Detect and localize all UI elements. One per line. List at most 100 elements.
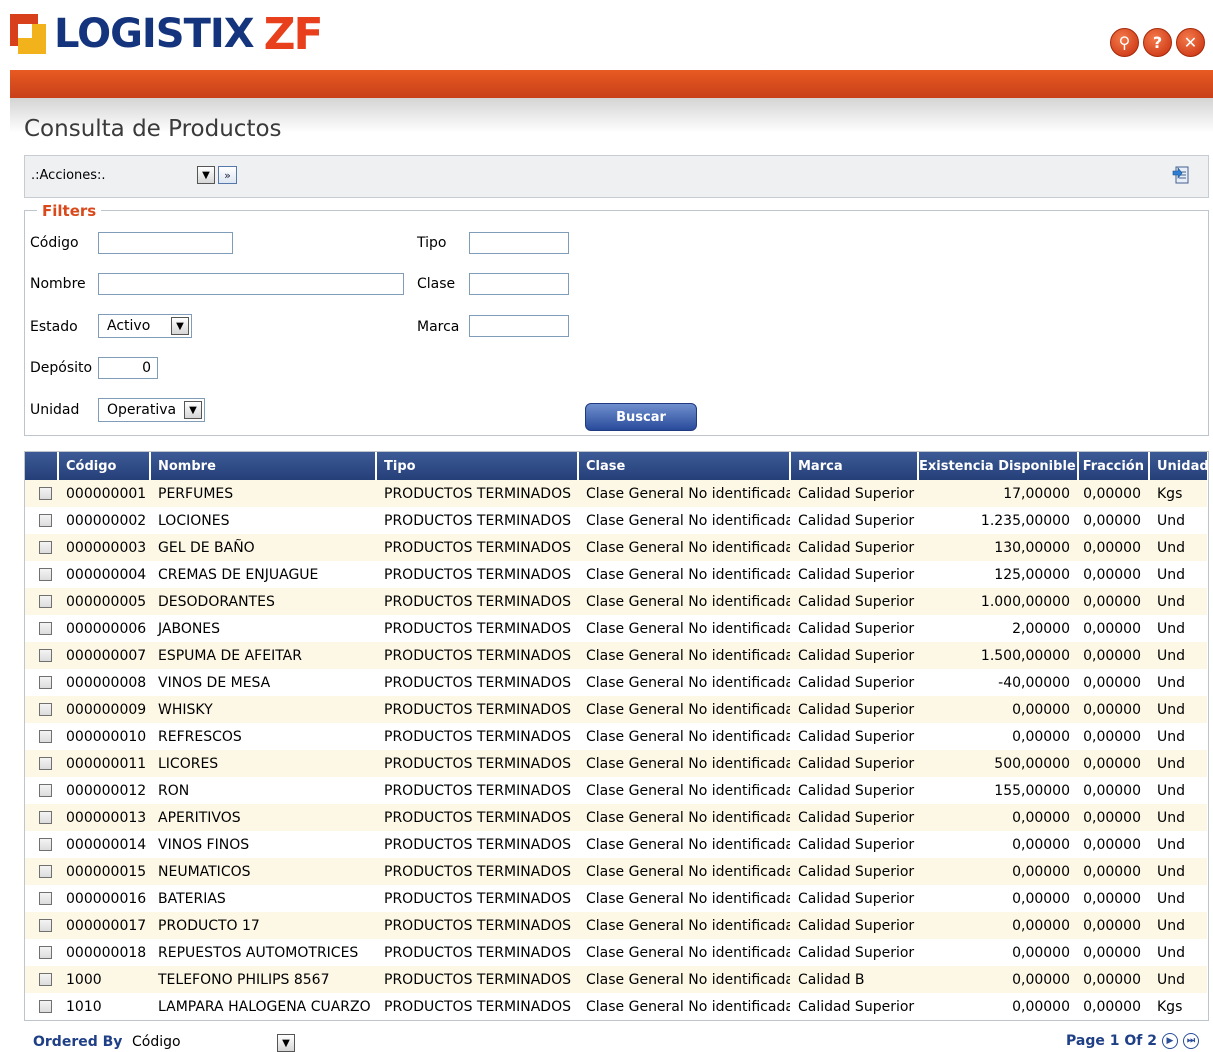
column-header-fraccion[interactable]: Fracción [1078, 452, 1150, 480]
row-checkbox[interactable] [39, 865, 52, 878]
cell-fraccion: 0,00000 [1078, 507, 1149, 534]
deposito-input[interactable]: 0 [98, 357, 158, 379]
table-row[interactable]: 000000002 LOCIONES PRODUCTOS TERMINADOS Cla… [25, 507, 1207, 534]
table-row[interactable]: 000000007 ESPUMA DE AFEITAR PRODUCTOS TERM… [25, 642, 1207, 669]
cell-nombre: RON [150, 777, 376, 804]
export-icon[interactable] [1172, 165, 1190, 185]
row-checkbox[interactable] [39, 811, 52, 824]
table-row[interactable]: 000000012 RON PRODUCTOS TERMINADOS Clase Ge… [25, 777, 1207, 804]
buscar-button[interactable]: Buscar [585, 403, 697, 431]
row-checkbox[interactable] [39, 622, 52, 635]
cell-existencia: 0,00000 [918, 804, 1078, 831]
clase-input[interactable] [469, 273, 569, 295]
chevron-down-icon[interactable]: ▼ [184, 401, 202, 419]
unidad-select-value: Operativa [107, 402, 177, 418]
select-column-header[interactable] [25, 452, 59, 480]
table-row[interactable]: 000000018 REPUESTOS AUTOMOTRICES PRODUCTOS… [25, 939, 1207, 966]
row-checkbox[interactable] [39, 514, 52, 527]
row-checkbox[interactable] [39, 649, 52, 662]
cell-existencia: 0,00000 [918, 993, 1078, 1020]
row-checkbox[interactable] [39, 487, 52, 500]
table-row[interactable]: 000000008 VINOS DE MESA PRODUCTOS TERMINAD… [25, 669, 1207, 696]
nombre-input[interactable] [98, 273, 404, 295]
cell-codigo: 000000009 [58, 696, 150, 723]
row-select-cell [25, 858, 58, 885]
table-row[interactable]: 000000013 APERITIVOS PRODUCTOS TERMINADOS C… [25, 804, 1207, 831]
column-header-clase[interactable]: Clase [578, 452, 791, 480]
row-checkbox[interactable] [39, 757, 52, 770]
cell-codigo: 1000 [58, 966, 150, 993]
row-checkbox[interactable] [39, 973, 52, 986]
row-checkbox[interactable] [39, 568, 52, 581]
row-checkbox[interactable] [39, 703, 52, 716]
cell-marca: Calidad Superior [790, 885, 918, 912]
app-logo: LOGISTIX ZF [10, 8, 324, 60]
cell-clase: Clase General No identificada [578, 669, 790, 696]
row-checkbox[interactable] [39, 595, 52, 608]
actions-select[interactable]: .:Acciones:. ▼ [31, 165, 215, 185]
row-checkbox[interactable] [39, 541, 52, 554]
column-header-marca[interactable]: Marca [790, 452, 919, 480]
row-select-cell [25, 696, 58, 723]
table-row[interactable]: 000000010 REFRESCOS PRODUCTOS TERMINADOS Cl… [25, 723, 1207, 750]
column-header-tipo[interactable]: Tipo [376, 452, 579, 480]
close-icon[interactable]: ✕ [1176, 28, 1205, 57]
cell-unidad: Und [1149, 534, 1207, 561]
table-row[interactable]: 1010 LAMPARA HALOGENA CUARZO PRODUCTOS TER… [25, 993, 1207, 1020]
cell-codigo: 000000010 [58, 723, 150, 750]
row-checkbox[interactable] [39, 946, 52, 959]
help-icon[interactable]: ? [1143, 28, 1172, 57]
row-checkbox[interactable] [39, 730, 52, 743]
table-row[interactable]: 000000001 PERFUMES PRODUCTOS TERMINADOS Cla… [25, 480, 1207, 507]
table-row[interactable]: 000000003 GEL DE BAÑO PRODUCTOS TERMINADOS… [25, 534, 1207, 561]
column-header-unidad[interactable]: Unidad [1149, 452, 1207, 480]
table-row[interactable]: 000000006 JABONES PRODUCTOS TERMINADOS Clas… [25, 615, 1207, 642]
chevron-down-icon[interactable]: ▼ [171, 317, 189, 335]
estado-select[interactable]: Activo ▼ [98, 314, 192, 338]
cell-marca: Calidad Superior [790, 993, 918, 1020]
table-row[interactable]: 000000011 LICORES PRODUCTOS TERMINADOS Clas… [25, 750, 1207, 777]
ordered-by-value[interactable]: Código [132, 1034, 181, 1050]
last-page-icon[interactable]: ⏭ [1183, 1033, 1199, 1049]
column-header-codigo[interactable]: Código [58, 452, 151, 480]
table-row[interactable]: 1000 TELEFONO PHILIPS 8567 PRODUCTOS TERMI… [25, 966, 1207, 993]
cell-unidad: Und [1149, 615, 1207, 642]
table-row[interactable]: 000000004 CREMAS DE ENJUAGUE PRODUCTOS TER… [25, 561, 1207, 588]
cell-tipo: PRODUCTOS TERMINADOS [376, 507, 578, 534]
cell-existencia: 155,00000 [918, 777, 1078, 804]
cell-unidad: Und [1149, 777, 1207, 804]
column-header-existencia[interactable]: Existencia Disponible [918, 452, 1079, 480]
tipo-input[interactable] [469, 232, 569, 254]
row-select-cell [25, 534, 58, 561]
unidad-select[interactable]: Operativa ▼ [98, 398, 205, 422]
search-icon[interactable]: ⚲ [1110, 28, 1139, 57]
cell-fraccion: 0,00000 [1078, 777, 1149, 804]
codigo-input[interactable] [98, 232, 233, 254]
cell-fraccion: 0,00000 [1078, 642, 1149, 669]
cell-codigo: 000000002 [58, 507, 150, 534]
table-row[interactable]: 000000017 PRODUCTO 17 PRODUCTOS TERMINADOS… [25, 912, 1207, 939]
execute-action-button[interactable]: » [218, 166, 237, 184]
row-checkbox[interactable] [39, 1000, 52, 1013]
table-row[interactable]: 000000009 WHISKY PRODUCTOS TERMINADOS Clase… [25, 696, 1207, 723]
row-select-cell [25, 507, 58, 534]
estado-label: Estado [30, 319, 78, 335]
table-row[interactable]: 000000015 NEUMATICOS PRODUCTOS TERMINADOS C… [25, 858, 1207, 885]
row-checkbox[interactable] [39, 919, 52, 932]
table-row[interactable]: 000000016 BATERIAS PRODUCTOS TERMINADOS Cla… [25, 885, 1207, 912]
chevron-down-icon[interactable]: ▼ [277, 1034, 295, 1052]
cell-fraccion: 0,00000 [1078, 912, 1149, 939]
row-checkbox[interactable] [39, 838, 52, 851]
cell-unidad: Und [1149, 885, 1207, 912]
actions-select-value: .:Acciones:. [31, 167, 106, 183]
row-checkbox[interactable] [39, 676, 52, 689]
next-page-icon[interactable]: ▶ [1162, 1033, 1178, 1049]
marca-input[interactable] [469, 315, 569, 337]
row-checkbox[interactable] [39, 892, 52, 905]
table-row[interactable]: 000000014 VINOS FINOS PRODUCTOS TERMINADOS… [25, 831, 1207, 858]
column-header-nombre[interactable]: Nombre [150, 452, 377, 480]
table-row[interactable]: 000000005 DESODORANTES PRODUCTOS TERMINADO… [25, 588, 1207, 615]
cell-existencia: 1.000,00000 [918, 588, 1078, 615]
row-checkbox[interactable] [39, 784, 52, 797]
chevron-down-icon[interactable]: ▼ [197, 166, 215, 184]
